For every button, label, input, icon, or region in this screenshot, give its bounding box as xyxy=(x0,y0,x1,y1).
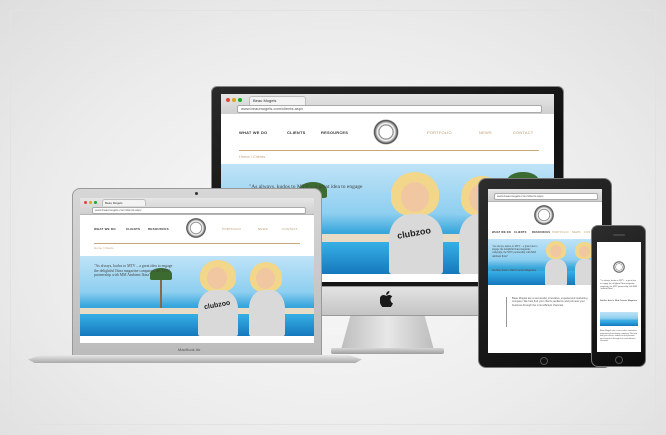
camera-icon xyxy=(195,192,198,195)
minimize-dot-icon[interactable] xyxy=(89,201,92,204)
ipad-browser-chrome: www.beaumogels.com/clients.aspx xyxy=(488,189,602,202)
close-dot-icon[interactable] xyxy=(84,201,87,204)
ipad-url-bar[interactable]: www.beaumogels.com/clients.aspx xyxy=(494,193,598,200)
nav-clients[interactable]: CLIENTS xyxy=(514,231,527,234)
macbook-base xyxy=(28,355,362,363)
nav-clients[interactable]: CLIENTS xyxy=(287,130,306,135)
iphone-quote: "As always, kudos to MTV – a great idea … xyxy=(600,280,637,291)
macbook-screen: Beau Mogels www.beaumogels.com/clients.a… xyxy=(80,198,314,343)
iphone-home-button[interactable] xyxy=(615,356,623,364)
close-dot-icon[interactable] xyxy=(226,98,230,102)
nav-what-we-do[interactable]: WHAT WE DO xyxy=(94,227,116,231)
nav-news[interactable]: NEWS xyxy=(258,227,268,231)
macbook-browser-tab[interactable]: Beau Mogels xyxy=(102,199,146,206)
body-divider xyxy=(506,297,507,327)
site-logo-icon[interactable] xyxy=(612,260,626,274)
header-divider xyxy=(94,243,300,244)
site-logo-icon[interactable] xyxy=(184,216,208,240)
nav-contact[interactable]: CONTACT xyxy=(282,227,298,231)
nav-what-we-do[interactable]: WHAT WE DO xyxy=(492,231,511,234)
hero-person-right xyxy=(244,262,290,336)
minimize-dot-icon[interactable] xyxy=(232,98,236,102)
iphone-device: "As always, kudos to MTV – a great idea … xyxy=(591,225,646,367)
maximize-dot-icon[interactable] xyxy=(238,98,242,102)
imac-browser-chrome: Beau Mogels www.beaumogels.com/clients.a… xyxy=(221,94,554,115)
nav-portfolio[interactable]: PORTFOLIO xyxy=(222,227,241,231)
breadcrumb[interactable]: Home / Clients xyxy=(239,154,265,159)
ipad-body-copy: Beau Mogels are a successful, innovative… xyxy=(512,297,588,307)
hero-person-left xyxy=(381,172,451,274)
header-divider xyxy=(239,150,539,151)
iphone-attribution: Sat Nat, Ibiza's, Bird Counter Magazine xyxy=(600,300,637,302)
hero-person-left xyxy=(192,260,244,336)
nav-portfolio[interactable]: PORTFOLIO xyxy=(427,130,452,135)
nav-what-we-do[interactable]: WHAT WE DO xyxy=(239,130,267,135)
ipad-screen: www.beaumogels.com/clients.aspx WHAT WE … xyxy=(488,189,602,353)
macbook-site-header: WHAT WE DO CLIENTS RESOURCES PORTFOLIO N… xyxy=(80,214,314,242)
macbook-url-bar[interactable]: www.beaumogels.com/clients.aspx xyxy=(92,207,306,214)
macbook-quote: "As always, kudos to MTV – a great idea … xyxy=(94,264,173,278)
macbook-browser-chrome: Beau Mogels www.beaumogels.com/clients.a… xyxy=(80,198,314,215)
hero-person-left xyxy=(542,241,570,285)
maximize-dot-icon[interactable] xyxy=(94,201,97,204)
nav-clients[interactable]: CLIENTS xyxy=(126,227,140,231)
apple-logo-icon xyxy=(379,291,394,308)
nav-news[interactable]: NEWS xyxy=(479,130,492,135)
imac-url-bar[interactable]: www.beaumogels.com/clients.aspx xyxy=(237,105,542,113)
nav-resources[interactable]: RESOURCES xyxy=(532,231,550,234)
ipad-quote: "As always, kudos to MTV – a great idea … xyxy=(492,245,538,258)
nav-news[interactable]: NEWS xyxy=(572,231,581,234)
nav-resources[interactable]: RESOURCES xyxy=(148,227,169,231)
imac-browser-tab[interactable]: Beau Mogels xyxy=(249,96,306,105)
ipad-home-button[interactable] xyxy=(540,357,548,365)
iphone-speaker xyxy=(613,234,625,236)
imac-site-header: WHAT WE DO CLIENTS RESOURCES PORTFOLIO N… xyxy=(221,114,554,148)
iphone-hero-photo xyxy=(600,312,638,326)
macbook-device: MacBook Air Beau Mogels www.beaumogels.c… xyxy=(28,188,362,364)
nav-resources[interactable]: RESOURCES xyxy=(321,130,348,135)
site-logo-icon[interactable] xyxy=(532,203,556,227)
nav-contact[interactable]: CONTACT xyxy=(513,130,533,135)
nav-portfolio[interactable]: PORTFOLIO xyxy=(552,231,569,234)
iphone-screen: "As always, kudos to MTV – a great idea … xyxy=(597,242,641,352)
device-mockup-stage: Beau Mogels www.beaumogels.com/clients.a… xyxy=(0,0,666,435)
macbook-label: MacBook Air xyxy=(178,347,201,352)
site-logo-icon[interactable] xyxy=(371,117,401,147)
breadcrumb[interactable]: Home / Clients xyxy=(94,246,114,250)
ipad-attribution: Sat Nat, Ibiza's, Bird Counter Magazine xyxy=(492,269,537,272)
iphone-body-copy: Beau Mogels are a successful, innovative… xyxy=(600,330,638,343)
